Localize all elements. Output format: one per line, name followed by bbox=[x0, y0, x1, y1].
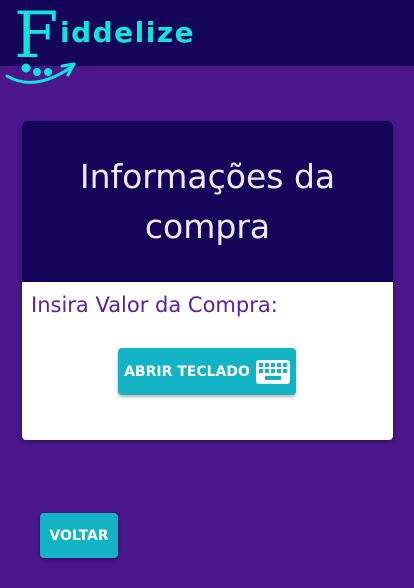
logo-swoosh-icon bbox=[5, 62, 76, 84]
fiddelize-logo: F iddelize bbox=[0, 0, 260, 96]
purchase-value-label: Insira Valor da Compra: bbox=[31, 293, 278, 317]
card-title: Informações da compra bbox=[22, 121, 393, 282]
purchase-info-card: Informações da compra Insira Valor da Co… bbox=[22, 121, 393, 440]
open-keyboard-label: ABRIR TECLADO bbox=[124, 363, 250, 380]
logo-wordmark: iddelize bbox=[60, 16, 196, 49]
back-button[interactable]: VOLTAR bbox=[40, 513, 118, 558]
open-keyboard-button[interactable]: ABRIR TECLADO bbox=[118, 348, 296, 395]
keyboard-icon bbox=[255, 359, 290, 384]
